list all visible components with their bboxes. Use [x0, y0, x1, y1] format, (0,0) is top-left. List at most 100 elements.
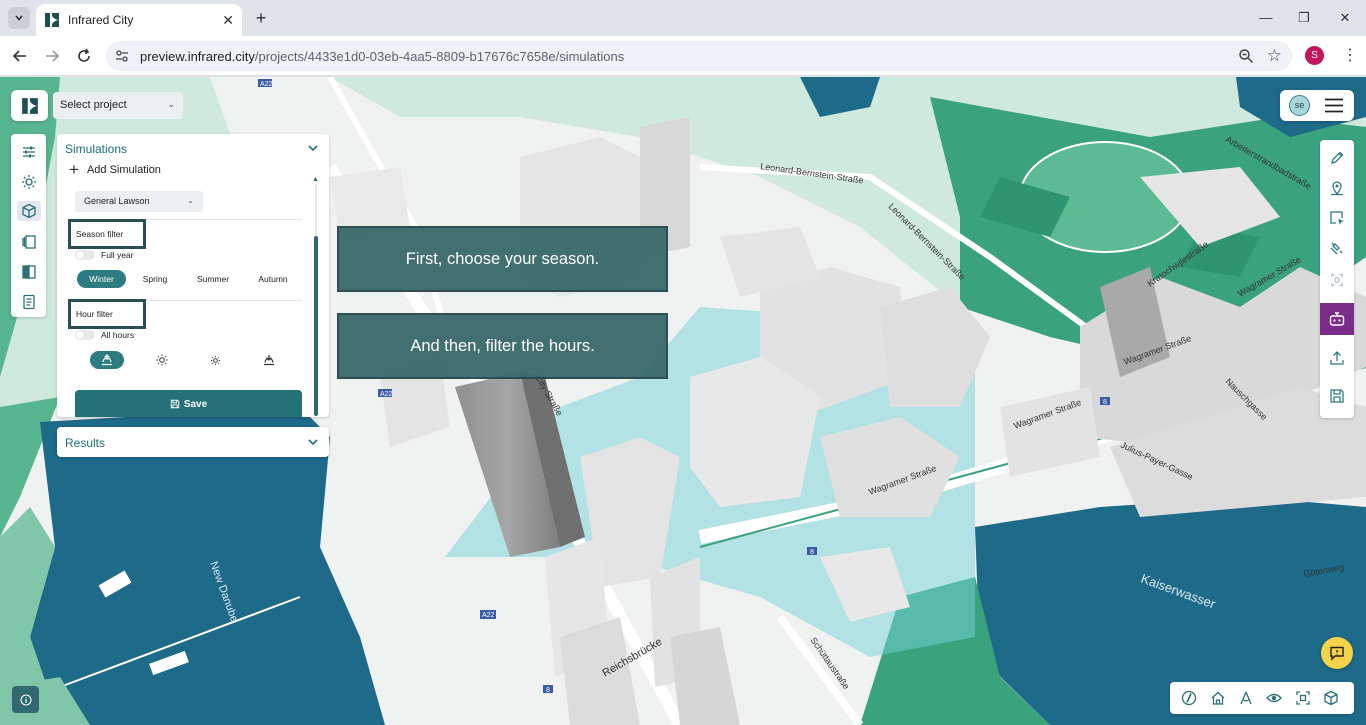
left-toolbar: [11, 134, 46, 317]
new-tab-button[interactable]: +: [250, 7, 272, 29]
export-button[interactable]: [1327, 348, 1347, 368]
pencil-icon: [1331, 151, 1344, 164]
measure-button[interactable]: [1237, 689, 1255, 707]
scroll-thumb[interactable]: [314, 236, 318, 416]
add-simulation-button[interactable]: + Add Simulation: [69, 161, 161, 178]
fit-view-button[interactable]: [1294, 689, 1312, 707]
tab-close-icon[interactable]: ✕: [222, 12, 234, 29]
collapse-chevron-icon[interactable]: [307, 142, 319, 154]
view-toolbar: [1170, 682, 1354, 714]
focus-button[interactable]: [1327, 270, 1347, 290]
season-summer-button[interactable]: Summer: [189, 270, 237, 288]
layers-button[interactable]: [19, 232, 39, 252]
save-project-button[interactable]: [1327, 386, 1347, 406]
select-cursor-icon: [1330, 211, 1344, 225]
project-select-value: Select project: [60, 99, 127, 111]
a22-shield-2-text: A22: [380, 391, 393, 398]
map-pin-icon: [1331, 181, 1343, 196]
hours-hint-tooltip: And then, filter the hours.: [337, 313, 668, 379]
browser-menu-icon[interactable]: ⋮: [1340, 46, 1360, 66]
report-button[interactable]: [19, 292, 39, 312]
season-hint-tooltip: First, choose your season.: [337, 226, 668, 292]
profile-avatar[interactable]: S: [1305, 46, 1324, 65]
project-select[interactable]: Select project ⌄: [53, 92, 183, 119]
season-winter-button[interactable]: Winter: [77, 270, 126, 288]
url-text: preview.infrared.city/projects/4433e1d0-…: [140, 49, 624, 64]
hour-midday-button[interactable]: [145, 351, 179, 369]
sun-icon: [156, 354, 168, 366]
simulations-title: Simulations: [65, 142, 128, 156]
arrow-right-icon: [46, 50, 60, 62]
3d-view-button[interactable]: [1322, 689, 1340, 707]
home-view-button[interactable]: [1209, 689, 1227, 707]
season-autumn-button[interactable]: Autumn: [249, 270, 297, 288]
restore-button[interactable]: ❐: [1292, 8, 1316, 28]
reload-button[interactable]: [72, 44, 96, 68]
back-button[interactable]: [8, 44, 32, 68]
season-spring-button[interactable]: Spring: [134, 270, 176, 288]
select-area-button[interactable]: [1327, 208, 1347, 228]
save-icon: [170, 399, 180, 409]
info-button[interactable]: [12, 686, 39, 713]
simulations-button[interactable]: [17, 201, 41, 221]
compare-icon: [22, 265, 36, 279]
filters-button[interactable]: [19, 142, 39, 162]
compass-icon: [1181, 690, 1197, 706]
hour-sunrise-button[interactable]: [90, 351, 124, 369]
browser-toolbar: preview.infrared.city/projects/4433e1d0-…: [0, 36, 1366, 76]
save-button[interactable]: Save: [75, 390, 302, 417]
simulation-select-value: General Lawson: [84, 196, 150, 206]
window-close-button[interactable]: ✕: [1333, 8, 1357, 28]
minimize-button[interactable]: —: [1254, 8, 1278, 28]
ai-assistant-button[interactable]: [1320, 303, 1354, 335]
route8-shield-1-text: 8: [1103, 399, 1107, 406]
satellite-button[interactable]: [1327, 238, 1347, 258]
panel-scrollbar[interactable]: ▲: [312, 176, 320, 416]
hamburger-menu-icon[interactable]: [1325, 98, 1343, 113]
reload-icon: [78, 48, 90, 62]
site-settings-icon[interactable]: [114, 48, 130, 64]
edit-button[interactable]: [1327, 148, 1347, 168]
hour-filter-label: Hour filter: [68, 299, 146, 329]
tab-search-button[interactable]: [8, 7, 30, 29]
add-simulation-label: Add Simulation: [86, 164, 161, 176]
chevron-down-icon: [15, 15, 23, 21]
chat-icon: [1330, 646, 1344, 661]
location-button[interactable]: [1327, 178, 1347, 198]
bookmark-star-icon[interactable]: ☆: [1267, 46, 1282, 66]
simulation-select[interactable]: General Lawson ⌄: [75, 191, 203, 212]
cube-icon: [22, 203, 36, 219]
save-label: Save: [183, 398, 208, 410]
visibility-button[interactable]: [1265, 689, 1283, 707]
focus-icon: [1331, 274, 1343, 286]
user-menu[interactable]: se: [1280, 90, 1354, 121]
home-icon: [1211, 691, 1225, 705]
all-hours-toggle[interactable]: [75, 330, 95, 340]
hour-afternoon-button[interactable]: [198, 351, 232, 369]
a22-shield-1-text: A22: [260, 81, 273, 88]
compass-button[interactable]: [1180, 689, 1198, 707]
expand-chevron-icon[interactable]: [307, 436, 319, 448]
sun-analysis-button[interactable]: [19, 172, 39, 192]
full-year-toggle[interactable]: [75, 250, 95, 260]
forward-button[interactable]: [40, 44, 64, 68]
results-panel[interactable]: Results: [57, 427, 329, 457]
infrared-logo-icon: [45, 13, 59, 27]
results-title: Results: [65, 436, 106, 450]
infrared-logo-icon: [21, 97, 38, 114]
app-logo[interactable]: [11, 90, 48, 121]
floppy-icon: [1330, 389, 1344, 403]
scroll-up-icon[interactable]: ▲: [312, 176, 319, 183]
route8-shield-2-text: 8: [810, 549, 814, 556]
angle-icon: [1240, 691, 1252, 705]
sun-icon: [22, 175, 36, 189]
hour-sunset-button[interactable]: [252, 351, 286, 369]
address-bar[interactable]: preview.infrared.city/projects/4433e1d0-…: [106, 41, 1292, 71]
chat-button[interactable]: [1321, 637, 1353, 669]
zoom-icon[interactable]: [1238, 48, 1254, 64]
upload-icon: [1330, 351, 1344, 365]
compare-button[interactable]: [19, 262, 39, 282]
url-path: /projects/4433e1d0-03eb-4aa5-8809-b17676…: [254, 49, 625, 64]
user-avatar[interactable]: se: [1289, 95, 1310, 116]
browser-tab[interactable]: Infrared City ✕: [36, 4, 242, 36]
